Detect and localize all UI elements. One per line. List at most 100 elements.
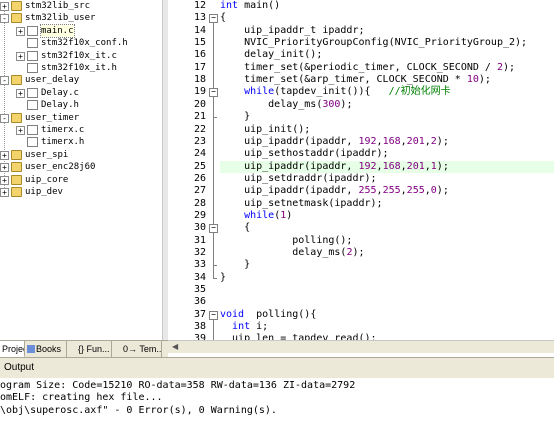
output-line: \obj\superosc.axf" - 0 Error(s), 0 Warni… [0,404,277,416]
tree-folder-user_delay[interactable]: - user_delay [0,74,162,86]
tree-file-timerx.c[interactable]: + timerx.c [0,124,162,136]
code-line[interactable]: int main() [220,0,280,12]
code-editor[interactable]: 12 13 14 15 16 17 18 19 20 21 22 23 24 25 26 27 28 29 30 31… [168,0,554,342]
code-line[interactable]: polling(); [220,235,352,247]
output-line: omELF: creating hex file... [0,392,163,404]
fold-end-marker [213,117,217,119]
code-line[interactable]: NVIC_PriorityGroupConfig(NVIC_PriorityGr… [220,37,527,49]
fold-toggle-icon[interactable]: − [209,14,218,24]
tree-item-label: Delay.h [41,100,79,111]
tree-folder-user_enc28j60[interactable]: + user_enc28j60 [0,161,162,173]
line-number: 34 [193,271,206,283]
tab-templates[interactable]: 0→ Tem... [112,341,162,357]
line-number: 30 [193,222,206,234]
code-token: ); [340,98,353,110]
tree-folder-uip_dev[interactable]: + uip_dev [0,186,162,198]
expand-icon[interactable]: + [0,163,9,173]
fold-end-marker [213,265,217,267]
code-line[interactable]: uip_ipaddr(ipaddr, 192,168,201,1); [220,161,449,173]
code-line[interactable]: uip_sethostaddr(ipaddr); [220,148,389,160]
tree-file-timerx.h[interactable]: timerx.h [0,136,162,148]
tab-books[interactable]: Books [25,341,67,357]
code-token: uip_ipaddr(ipaddr, [220,135,359,147]
output-panel-header: Output [0,357,554,379]
code-line[interactable]: while(1) [220,210,292,222]
line-number: 12 [193,0,206,11]
tree-item-label: stm32f10x_it.h [41,63,117,73]
tree-folder-stm32lib_src[interactable]: + stm32lib_src [0,0,162,12]
tree-item-label: user_timer [25,112,80,123]
collapse-icon[interactable]: - [0,113,9,123]
expand-icon[interactable]: + [0,188,9,197]
code-line[interactable]: uip_init(); [220,124,310,136]
code-token: polling(); [220,234,353,246]
tree-item-label: stm32f10x_conf.h [41,38,128,49]
code-line[interactable]: delay_ms(300); [220,99,352,111]
output-panel: ogram Size: Code=15210 RO-data=358 RW-da… [0,378,554,427]
line-number: 21 [193,111,206,123]
code-line[interactable]: } [220,111,250,123]
scroll-left-arrow-icon[interactable]: ◀ [172,341,178,353]
tab-functions[interactable]: {} Fun... [67,341,112,357]
expand-icon[interactable]: + [0,175,9,185]
code-line[interactable]: } [220,259,250,271]
code-line[interactable]: uip_setdraddr(ipaddr); [220,173,376,185]
collapse-icon[interactable]: - [0,14,9,24]
fold-toggle-icon[interactable]: − [209,88,218,98]
tree-folder-uip_core[interactable]: + uip_core [0,174,162,186]
fold-toggle-icon[interactable]: − [209,224,218,234]
code-line[interactable]: while(tapdev_init()){ //初始化网卡 [220,86,451,98]
line-number-gutter: 12 13 14 15 16 17 18 19 20 21 22 23 24 25 26 27 28 29 30 31… [168,0,210,342]
tree-file-stm32f10x_it.h[interactable]: stm32f10x_it.h [0,62,162,74]
file-icon [27,63,38,73]
code-token: ); [352,247,365,258]
editor-horizontal-scrollbar[interactable]: ◀ [168,340,554,353]
tree-file-stm32f10x_it.c[interactable]: + stm32f10x_it.c [0,50,162,62]
tree-file-Delay.h[interactable]: Delay.h [0,99,162,111]
number-token: 255 [406,185,425,197]
number-token: 300 [322,98,341,110]
fold-toggle-icon[interactable]: − [209,310,218,320]
code-line[interactable]: void polling(){ [220,309,316,321]
code-line[interactable]: uip_ipaddr(ipaddr, 192,168,201,2); [220,136,449,148]
expand-icon[interactable]: + [16,51,25,61]
code-line[interactable]: timer_set(&periodic_timer, CLOCK_SECOND … [220,62,515,74]
functions-icon [69,345,77,353]
expand-icon[interactable]: + [16,26,25,36]
tab-project[interactable]: Project [0,341,25,357]
tree-item-label: user_spi [25,149,69,160]
expand-icon[interactable]: + [16,88,25,98]
tree-file-stm32f10x_conf.h[interactable]: stm32f10x_conf.h [0,37,162,49]
code-line[interactable]: uip_ipaddr_t ipaddr; [220,25,364,37]
code-line[interactable]: delay_ms(2); [220,247,365,259]
line-number: 36 [193,296,206,308]
code-line[interactable]: delay_init(); [220,49,322,61]
code-token: { [220,222,251,234]
expand-icon[interactable]: + [16,126,25,135]
templates-icon [114,345,122,353]
code-line[interactable]: { [220,222,250,234]
number-token: 255 [358,185,377,197]
expand-icon[interactable]: + [0,2,9,11]
code-line[interactable]: timer_set(&arp_timer, CLOCK_SECOND * 10)… [220,74,491,86]
tree-item-label: Delay.c [41,87,79,98]
tree-file-main.c[interactable]: + main.c [0,23,162,38]
expand-icon[interactable]: + [0,150,9,160]
code-line[interactable]: uip_setnetmask(ipaddr); [220,198,382,210]
code-line[interactable]: } [220,272,226,284]
line-number: 15 [193,37,206,49]
code-line[interactable]: { [220,12,226,24]
code-line[interactable]: uip_ipaddr(ipaddr, 255,255,255,0); [220,185,449,197]
tree-item-label: timerx.c [41,125,85,135]
line-number: 17 [193,61,206,73]
project-tree[interactable]: + stm32lib_src - stm32lib_user + main.c stm32f… [0,0,162,340]
tree-folder-stm32lib_user[interactable]: - stm32lib_user [0,12,162,24]
collapse-icon[interactable]: - [0,76,9,86]
tree-folder-user_spi[interactable]: + user_spi [0,149,162,161]
tree-file-Delay.c[interactable]: + Delay.c [0,87,162,99]
tree-folder-user_timer[interactable]: - user_timer [0,112,162,124]
line-number: 28 [193,197,206,209]
code-line[interactable]: int i; [220,321,268,333]
